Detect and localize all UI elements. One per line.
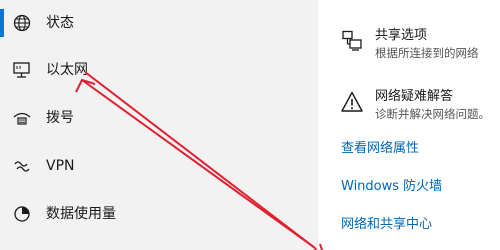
settings-main-pane: 共享选项 根据所连接到的网络 网络疑难解答 诊断并解决网络问题。 查看网络属性 … (318, 0, 500, 250)
sidebar-item-vpn[interactable]: VPN (0, 146, 318, 186)
view-network-properties-link[interactable]: 查看网络属性 (341, 140, 419, 158)
network-troubleshooter-item[interactable]: 网络疑难解答 诊断并解决网络问题。 (318, 88, 500, 134)
sharing-icon (340, 29, 364, 53)
sidebar-item-dialup[interactable]: 拨号 (0, 98, 318, 138)
sidebar-item-label: 数据使用量 (46, 206, 116, 222)
sidebar-item-ethernet[interactable]: 以太网 (0, 50, 318, 90)
sidebar-item-label: 状态 (46, 15, 74, 31)
option-description: 根据所连接到的网络 (375, 46, 479, 60)
sharing-options-item[interactable]: 共享选项 根据所连接到的网络 (318, 27, 500, 73)
sidebar-item-data-usage[interactable]: 数据使用量 (0, 194, 318, 234)
vpn-icon (11, 155, 33, 177)
dialup-icon (11, 107, 33, 129)
option-description: 诊断并解决网络问题。 (375, 107, 490, 121)
sidebar-item-label: 以太网 (46, 62, 88, 78)
sidebar-item-label: 拨号 (46, 110, 74, 126)
settings-sidebar: 状态 以太网 拨号 VPN 数据使用量 (0, 0, 318, 250)
network-sharing-center-link[interactable]: 网络和共享中心 (341, 216, 432, 234)
option-title: 网络疑难解答 (375, 89, 454, 104)
windows-firewall-link[interactable]: Windows 防火墙 (341, 178, 442, 196)
option-title: 共享选项 (375, 28, 428, 43)
data-usage-icon (11, 203, 33, 225)
warning-icon (340, 90, 364, 114)
sidebar-item-status[interactable]: 状态 (0, 3, 318, 43)
status-globe-icon (11, 12, 33, 34)
sidebar-item-label: VPN (46, 158, 75, 174)
ethernet-icon (11, 59, 33, 81)
